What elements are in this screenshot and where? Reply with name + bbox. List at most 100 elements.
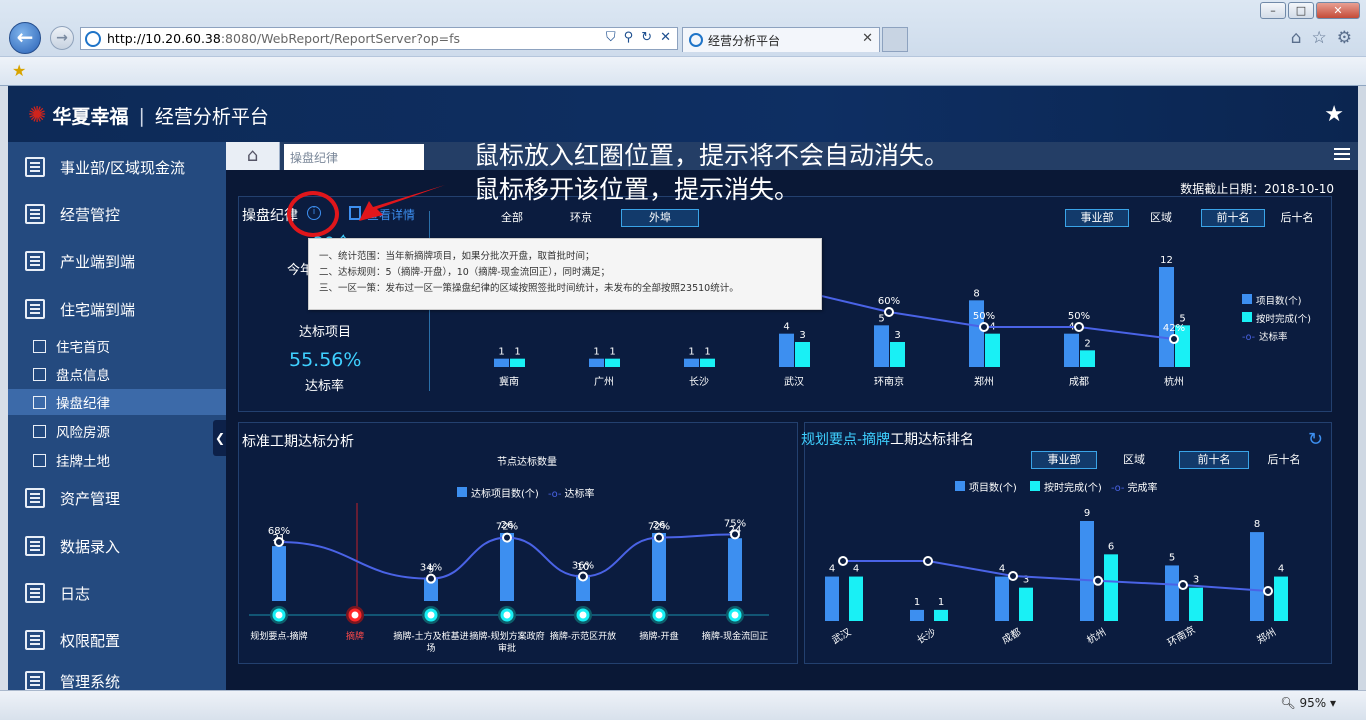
sidebar-subitem-risk[interactable]: 风险房源 <box>8 418 226 444</box>
legend-line-icon: -o- <box>1242 332 1256 343</box>
rate-label: 60% <box>878 296 900 307</box>
toggle-top10[interactable]: 前十名 <box>1201 209 1265 227</box>
bar-projects <box>825 576 839 621</box>
list-icon <box>33 395 46 409</box>
menu-icon[interactable] <box>1334 148 1350 160</box>
sidebar-item-permissions[interactable]: 权限配置 <box>8 620 226 660</box>
close-window-button[interactable]: ✕ <box>1316 2 1360 19</box>
zoom-value: 95% <box>1299 696 1327 710</box>
bar-projects <box>910 609 924 621</box>
zoom-level[interactable]: 🔍︎ 95% ▾ <box>1280 696 1336 710</box>
tab-close-icon[interactable]: ✕ <box>862 31 873 46</box>
toggle-rank-group: 前十名 后十名 <box>1201 209 1329 227</box>
toggle-region[interactable]: 区域 <box>1129 209 1193 227</box>
sidebar-subitem-label: 盘点信息 <box>56 368 110 384</box>
toggle-division[interactable]: 事业部 <box>1065 209 1129 227</box>
category-label: 摘牌 <box>346 630 364 642</box>
bar-chart-icon <box>25 299 45 319</box>
report-icon <box>25 630 45 650</box>
refresh-icon[interactable]: ↻ <box>1308 429 1323 450</box>
home-icon[interactable]: ⌂ <box>1291 28 1302 48</box>
rate-label: 42% <box>1163 323 1185 334</box>
rate-point <box>274 536 284 547</box>
data-date: 数据截止日期：2018-10-10 <box>1180 182 1334 196</box>
shield-icon[interactable]: ⛉ <box>606 30 616 45</box>
ie-icon <box>689 33 703 47</box>
sidebar-subitem-label: 挂牌土地 <box>56 454 110 470</box>
sidebar-subitem-label: 操盘纪律 <box>56 396 110 412</box>
forward-button[interactable]: → <box>50 26 74 50</box>
gear-icon[interactable]: ⚙ <box>1337 28 1352 48</box>
close-icon[interactable]: ✕ <box>660 30 671 45</box>
sidebar-item-admin[interactable]: 管理系统 <box>8 665 226 690</box>
annotation-line-2: 鼠标移开该位置，提示消失。 <box>474 175 800 204</box>
brand-logo-icon: ✺ <box>28 103 47 128</box>
category-label: 长沙 <box>915 626 938 646</box>
add-favorite-icon[interactable]: ★ <box>12 61 26 80</box>
sidebar-item-log[interactable]: 日志 <box>8 573 226 613</box>
panel-title: 标准工期达标分析 <box>242 434 354 450</box>
category-label: 广州 <box>594 376 614 388</box>
toggle-region[interactable]: 区域 <box>1097 451 1171 469</box>
sidebar-subitem-land[interactable]: 挂牌土地 <box>8 447 226 473</box>
legend-label: 达标率 <box>564 489 595 500</box>
sidebar-item-data-entry[interactable]: 数据录入 <box>8 526 226 566</box>
home-icon[interactable]: ⌂ <box>226 142 280 170</box>
bar-value-label: 4 <box>829 564 835 575</box>
toggle-division[interactable]: 事业部 <box>1031 451 1097 469</box>
ranking-title-a: 规划要点-摘牌 <box>801 432 891 448</box>
toggle-bottom10[interactable]: 后十名 <box>1265 209 1329 227</box>
legend-label: 项目数(个) <box>969 483 1017 494</box>
sidebar-collapse-button[interactable]: ❮ <box>213 420 227 456</box>
bar-achieved <box>652 533 666 601</box>
bar-projects <box>1165 565 1179 621</box>
node-dot <box>728 608 742 622</box>
rate-label: 36% <box>572 561 594 572</box>
sidebar-item-label: 数据录入 <box>60 537 121 556</box>
kpi-projects-label: 达标项目 <box>299 325 352 340</box>
new-tab-button[interactable] <box>882 27 908 52</box>
legend-label: 达标项目数(个) <box>471 489 539 500</box>
bar-achieved <box>272 546 286 601</box>
annotation-note: 鼠标放入红圈位置，提示将不会自动消失。 鼠标移开该位置，提示消失。 <box>474 139 949 207</box>
filter-outer[interactable]: 外埠 <box>621 209 699 227</box>
feather-icon <box>25 251 45 271</box>
gear-icon <box>25 671 45 690</box>
rate-label: 50% <box>1068 311 1090 322</box>
sidebar-subitem-inventory[interactable]: 盘点信息 <box>8 361 226 387</box>
report-icon <box>25 536 45 556</box>
filter-all[interactable]: 全部 <box>483 209 541 227</box>
bar-projects <box>995 576 1009 621</box>
sidebar-item-cashflow[interactable]: 事业部/区域现金流 <box>8 147 226 187</box>
browser-tab[interactable]: 经营分析平台 ✕ <box>682 27 880 52</box>
page-scrollbar[interactable] <box>1358 86 1366 690</box>
search-icon[interactable]: ⚲ <box>624 30 634 45</box>
filter-jing[interactable]: 环京 <box>541 209 621 227</box>
sidebar-item-assets[interactable]: 资产管理 <box>8 478 226 518</box>
sidebar-item-industry[interactable]: 产业端到端 <box>8 241 226 281</box>
refresh-icon[interactable]: ↻ <box>641 30 652 45</box>
address-bar[interactable]: http://10.20.60.38:8080/WebReport/Report… <box>80 27 678 50</box>
bar-value-label: 1 <box>593 347 599 358</box>
sidebar-item-residential[interactable]: 住宅端到端 <box>8 289 226 329</box>
sidebar-item-label: 产业端到端 <box>60 252 136 271</box>
sidebar-subitem-discipline[interactable]: 操盘纪律 <box>8 389 226 415</box>
favorite-star-icon[interactable]: ★ <box>1324 102 1344 127</box>
back-button[interactable]: ← <box>9 22 41 54</box>
sidebar-subitem-home[interactable]: 住宅首页 <box>8 333 226 359</box>
rate-label: 68% <box>268 526 290 537</box>
favorites-star-icon[interactable]: ☆ <box>1312 28 1327 48</box>
breadcrumb-tab[interactable]: 操盘纪律 <box>284 144 424 170</box>
sidebar-item-label: 资产管理 <box>60 489 121 508</box>
category-label: 杭州 <box>1084 625 1108 646</box>
maximize-button[interactable]: □ <box>1288 2 1314 19</box>
chart-bottom-right: 4 4武汉1 1长沙43成都96杭州53环南京84郑州 <box>825 508 1288 649</box>
tooltip-line-3: 三、一区一策：发布过一区一策操盘纪律的区域按照签批时间统计，未发布的全部按照23… <box>319 283 739 294</box>
toggle-bottom10[interactable]: 后十名 <box>1249 451 1319 469</box>
sidebar-item-control[interactable]: 经营管控 <box>8 194 226 234</box>
minimize-button[interactable]: – <box>1260 2 1286 19</box>
toggle-top10[interactable]: 前十名 <box>1179 451 1249 469</box>
bar-value-label: 3 <box>1193 575 1199 586</box>
rate-line <box>843 560 1269 592</box>
list-icon <box>33 339 46 353</box>
